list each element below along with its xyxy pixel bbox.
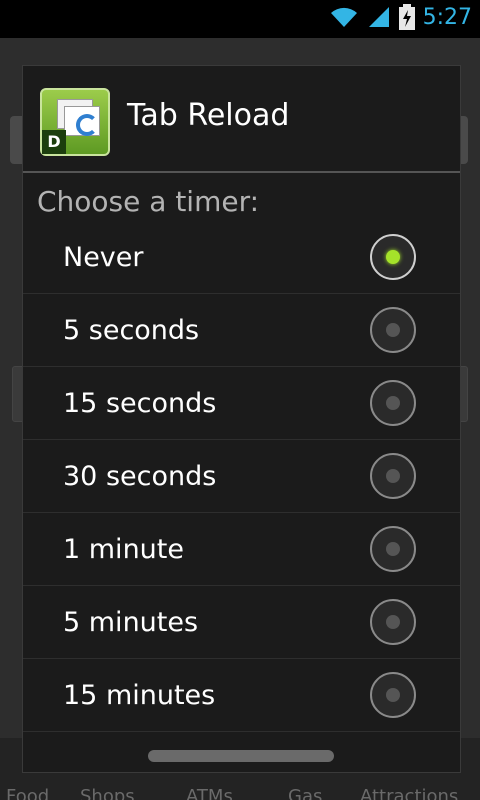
radio-button[interactable] <box>370 599 416 645</box>
dialog-title: Tab Reload <box>127 98 290 133</box>
scroll-handle[interactable] <box>148 750 334 762</box>
badge-icon: D <box>42 130 66 154</box>
radio-button[interactable] <box>370 453 416 499</box>
radio-dot-icon <box>386 250 400 264</box>
radio-button[interactable] <box>370 307 416 353</box>
option-label: 30 seconds <box>63 460 217 492</box>
signal-icon <box>368 7 389 27</box>
background-tab: Gas <box>288 786 323 800</box>
radio-dot-icon <box>386 396 400 410</box>
timer-option-never[interactable]: Never <box>23 221 460 294</box>
dialog-header: D Tab Reload <box>23 66 460 171</box>
option-label: 5 seconds <box>63 314 200 346</box>
background-tab: Food <box>6 786 50 800</box>
timer-options-list: Never 5 seconds 15 seconds 30 seconds 1 … <box>23 221 460 732</box>
status-bar: 5:27 <box>0 0 480 38</box>
timer-dialog: D Tab Reload Choose a timer: Never 5 sec… <box>22 65 461 773</box>
battery-charging-icon <box>398 4 415 30</box>
radio-dot-icon <box>386 542 400 556</box>
option-label: Never <box>63 241 144 273</box>
tab-reload-app-icon: D <box>40 88 110 156</box>
wifi-icon <box>330 7 357 27</box>
timer-option-15-minutes[interactable]: 15 minutes <box>23 659 460 732</box>
option-label: 5 minutes <box>63 606 199 638</box>
timer-option-30-seconds[interactable]: 30 seconds <box>23 440 460 513</box>
background-tab: Shops <box>80 786 135 800</box>
dialog-prompt: Choose a timer: <box>37 185 260 218</box>
status-icons: 5:27 <box>329 4 472 30</box>
option-label: 15 seconds <box>63 387 217 419</box>
status-time: 5:27 <box>422 4 472 30</box>
option-label: 15 minutes <box>63 679 216 711</box>
refresh-icon <box>76 114 98 136</box>
radio-dot-icon <box>386 688 400 702</box>
radio-button-selected[interactable] <box>370 234 416 280</box>
radio-dot-icon <box>386 323 400 337</box>
background-tab: ATMs <box>186 786 233 800</box>
radio-button[interactable] <box>370 380 416 426</box>
radio-button[interactable] <box>370 526 416 572</box>
option-label: 1 minute <box>63 533 184 565</box>
timer-option-5-seconds[interactable]: 5 seconds <box>23 294 460 367</box>
timer-option-1-minute[interactable]: 1 minute <box>23 513 460 586</box>
radio-dot-icon <box>386 469 400 483</box>
timer-option-5-minutes[interactable]: 5 minutes <box>23 586 460 659</box>
radio-dot-icon <box>386 615 400 629</box>
radio-button[interactable] <box>370 672 416 718</box>
background-tab: Attractions <box>360 786 459 800</box>
timer-option-15-seconds[interactable]: 15 seconds <box>23 367 460 440</box>
